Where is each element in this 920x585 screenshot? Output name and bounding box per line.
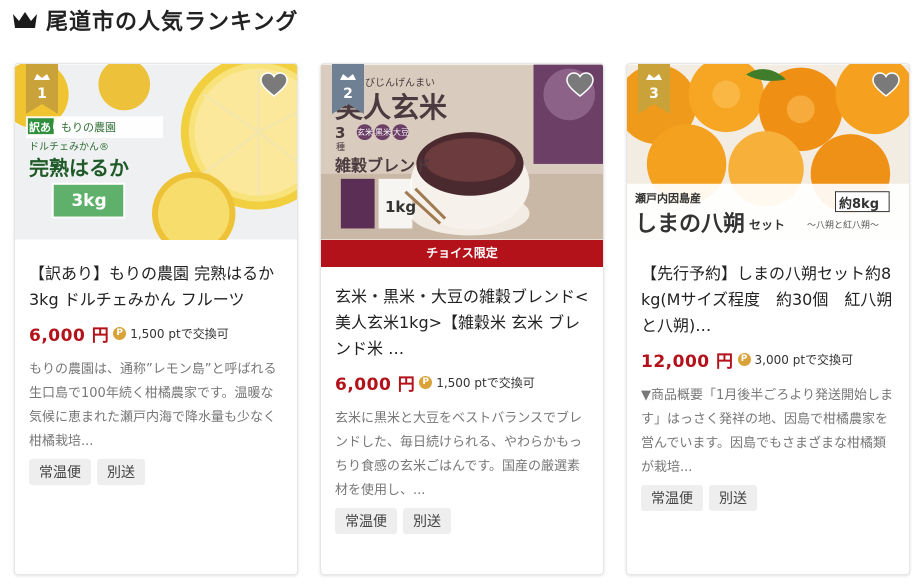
product-description: もりの農園は、通称”レモン島”と呼ばれる生口島で100年続く柑橘農家です。温暖な… — [29, 362, 277, 449]
point-coin-icon: P — [419, 375, 433, 389]
tag-shipping-temp: 常温便 — [641, 485, 703, 511]
price-row: 6,000 円 P 1,500 ptで交換可 — [29, 321, 283, 346]
choice-limited-label: チョイス限定 — [321, 240, 603, 267]
rank-badge: 3 — [638, 64, 670, 114]
price-row: 6,000 円 P 1,500 ptで交換可 — [335, 370, 589, 395]
rank-number: 2 — [343, 86, 353, 102]
rank-badge: 2 — [332, 64, 364, 114]
tag-shipping-temp: 常温便 — [29, 459, 91, 485]
tag-separate-shipping: 別送 — [97, 459, 145, 485]
tag-shipping-temp: 常温便 — [335, 508, 397, 534]
product-name[interactable]: 玄米・黒米・大豆の雑穀ブレンド<美人玄米1kg>【雑穀米 玄米 ブレンド米 … — [335, 284, 589, 362]
ranking-card-2[interactable]: びじんげんまい 美人玄米 3 種 玄米 黒米 大豆 雑穀ブレンド 1kg 2 チ… — [320, 63, 604, 575]
ranking-card-3[interactable]: 瀬戸内因島産 約8kg しまの八朔 セット ～八朔と紅八朔～ 3 【先行予約】し… — [626, 63, 910, 575]
tag-separate-shipping: 別送 — [709, 485, 757, 511]
image-grain-1: 玄米 — [357, 128, 373, 137]
price: 6,000 円 — [29, 325, 110, 346]
rank-badge: 1 — [26, 64, 58, 114]
point-coin-icon: P — [737, 352, 751, 366]
image-suffix-text: セット — [749, 218, 786, 232]
image-farm-text: もりの農園 — [61, 121, 116, 134]
image-grain-3: 大豆 — [393, 128, 409, 137]
product-name[interactable]: 【先行予約】しまの八朔セット約8kg(Mサイズ程度 約30個 紅八朔と八朔)… — [641, 261, 895, 339]
image-name-text: 完熟はるか — [29, 156, 129, 180]
product-image-2[interactable]: びじんげんまい 美人玄米 3 種 玄米 黒米 大豆 雑穀ブレンド 1kg 2 — [321, 64, 603, 240]
crown-icon — [13, 12, 37, 28]
heart-icon[interactable] — [260, 72, 288, 98]
ranking-card-1[interactable]: 訳あり もりの農園 ドルチェみかん® 完熟はるか 3kg 1 【訳あり】もりの農… — [14, 63, 298, 575]
image-grain-2: 黒米 — [375, 128, 391, 137]
points-text: 1,500 ptで交換可 — [130, 326, 229, 341]
product-name[interactable]: 【訳あり】もりの農園 完熟はるか 3kg ドルチェみかん フルーツ — [29, 261, 283, 313]
points-text: 1,500 ptで交換可 — [436, 375, 535, 390]
tag-list: 常温便 別送 — [335, 508, 589, 534]
image-weight-text: 約8kg — [839, 197, 879, 212]
image-sub-text: ～八朔と紅八朔～ — [807, 221, 880, 231]
image-blend-text: 雑穀ブレンド — [335, 156, 432, 175]
image-tag-text: 訳あり — [29, 121, 62, 134]
product-image-1[interactable]: 訳あり もりの農園 ドルチェみかん® 完熟はるか 3kg 1 — [15, 64, 297, 240]
tag-separate-shipping: 別送 — [403, 508, 451, 534]
rank-number: 1 — [37, 86, 47, 102]
point-coin-icon: P — [113, 326, 127, 340]
image-variety-text: ドルチェみかん® — [29, 142, 109, 153]
image-weight-text: 3kg — [71, 191, 107, 211]
tag-list: 常温便 別送 — [641, 485, 895, 511]
price-row: 12,000 円 P 3,000 ptで交換可 — [641, 347, 895, 372]
image-name-text: しまの八朔 — [635, 212, 746, 237]
image-origin-text: 瀬戸内因島産 — [635, 192, 701, 205]
rank-number: 3 — [649, 86, 659, 102]
product-image-3[interactable]: 瀬戸内因島産 約8kg しまの八朔 セット ～八朔と紅八朔～ 3 — [627, 64, 909, 240]
product-description: ▼商品概要「1月後半ごろより発送開始します」はっさく発祥の地、因島で柑橘農家を営… — [641, 388, 894, 475]
heart-icon[interactable] — [566, 72, 594, 98]
image-weight-text: 1kg — [385, 198, 417, 216]
price: 6,000 円 — [335, 374, 416, 395]
section-title: 尾道市の人気ランキング — [46, 10, 299, 35]
ranking-heading: 尾道市の人気ランキング — [12, 0, 298, 40]
heart-icon[interactable] — [872, 72, 900, 98]
product-description: 玄米に黒米と大豆をベストバランスでブレンドした、毎日続けられる、やわらかもっちり… — [335, 411, 583, 498]
price: 12,000 円 — [641, 351, 734, 372]
tag-list: 常温便 別送 — [29, 459, 283, 485]
points-text: 3,000 ptで交換可 — [754, 352, 854, 367]
